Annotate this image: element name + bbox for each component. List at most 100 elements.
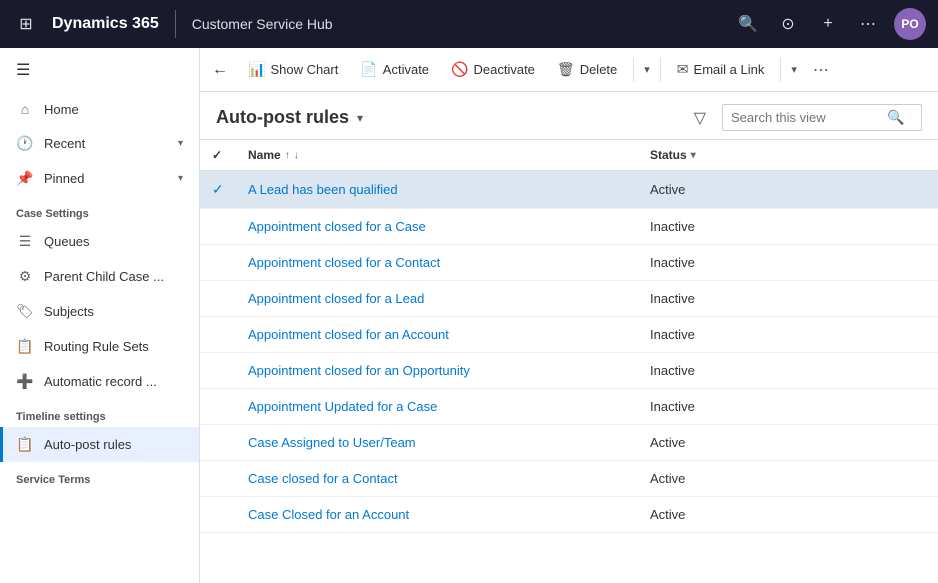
sidebar-item-recent[interactable]: 🕐 Recent ▾: [0, 126, 199, 161]
waffle-icon[interactable]: ⊞: [12, 14, 40, 34]
row-status-cell: Inactive: [638, 209, 938, 245]
avatar[interactable]: PO: [894, 8, 926, 40]
view-title-chevron-icon[interactable]: ▾: [357, 111, 363, 125]
view-title: Auto-post rules: [216, 107, 349, 128]
row-check-cell[interactable]: [200, 281, 236, 317]
row-name-link[interactable]: Appointment closed for a Contact: [248, 255, 440, 270]
table-row[interactable]: Appointment closed for a Case Inactive: [200, 209, 938, 245]
row-check-cell[interactable]: [200, 425, 236, 461]
status-sort-icon: ▾: [691, 150, 696, 161]
content-header: Auto-post rules ▾ ▽ 🔍: [200, 92, 938, 140]
sidebar: ☰ ⌂ Home 🕐 Recent ▾ 📌 Pinned ▾ Case Sett…: [0, 48, 200, 583]
row-name-link[interactable]: Appointment closed for an Opportunity: [248, 363, 470, 378]
row-status-cell: Active: [638, 171, 938, 209]
sort-asc-icon: ↑: [285, 150, 290, 161]
search-input[interactable]: [731, 110, 881, 125]
row-status-cell: Inactive: [638, 353, 938, 389]
activate-label: Activate: [383, 62, 429, 77]
search-icon[interactable]: 🔍: [887, 109, 904, 126]
col-header-status[interactable]: Status ▾: [638, 140, 938, 171]
sidebar-subjects-label: Subjects: [44, 304, 94, 319]
sidebar-pinned-label: Pinned: [44, 171, 84, 186]
back-button[interactable]: ←: [212, 61, 228, 79]
status-col-label: Status: [650, 148, 687, 162]
row-check-cell[interactable]: [200, 353, 236, 389]
sidebar-home-label: Home: [44, 102, 79, 117]
row-name-cell: Appointment closed for an Account: [236, 317, 638, 353]
row-name-link[interactable]: Case Assigned to User/Team: [248, 435, 416, 450]
timeline-settings-section: Timeline settings: [0, 399, 199, 427]
sidebar-item-auto-post[interactable]: 📋 Auto-post rules: [0, 427, 199, 462]
sidebar-auto-post-label: Auto-post rules: [44, 437, 131, 452]
sidebar-item-subjects[interactable]: 🏷 Subjects: [0, 294, 199, 329]
row-check-cell[interactable]: [200, 209, 236, 245]
sidebar-item-parent-child[interactable]: ⚙ Parent Child Case ...: [0, 259, 199, 294]
row-check-cell[interactable]: [200, 461, 236, 497]
auto-post-rules-table: ✓ Name ↑ ↓: [200, 140, 938, 533]
row-name-link[interactable]: A Lead has been qualified: [248, 182, 398, 197]
row-name-link[interactable]: Appointment closed for an Account: [248, 327, 449, 342]
filter-icon[interactable]: ▽: [694, 108, 706, 128]
deactivate-button[interactable]: 🚫 Deactivate: [441, 55, 545, 84]
row-check-cell[interactable]: [200, 389, 236, 425]
table-row[interactable]: Case closed for a ContactActive: [200, 461, 938, 497]
nav-divider: [175, 10, 176, 38]
table-row[interactable]: Appointment closed for a Lead Inactive: [200, 281, 938, 317]
row-name-cell: Appointment Updated for a Case: [236, 389, 638, 425]
sort-desc-icon[interactable]: ↓: [294, 150, 299, 161]
row-check-mark: ✓: [212, 181, 224, 198]
cmd-divider-1: [633, 58, 634, 82]
queues-icon: ☰: [16, 233, 34, 250]
sidebar-item-home[interactable]: ⌂ Home: [0, 92, 199, 126]
row-check-cell[interactable]: [200, 317, 236, 353]
cmd-chevron-2[interactable]: ▾: [787, 57, 801, 82]
goal-icon[interactable]: ⊙: [774, 14, 802, 34]
table-container: ✓ Name ↑ ↓: [200, 140, 938, 583]
sidebar-automatic-label: Automatic record ...: [44, 374, 157, 389]
table-row[interactable]: Appointment closed for an Opportunity Ina…: [200, 353, 938, 389]
show-chart-button[interactable]: 📊 Show Chart: [238, 55, 348, 84]
automatic-icon: ➕: [16, 373, 34, 390]
row-name-cell: Appointment closed for a Case: [236, 209, 638, 245]
cmd-chevron-1[interactable]: ▾: [640, 57, 654, 82]
row-status-cell: Inactive: [638, 281, 938, 317]
table-row[interactable]: Appointment closed for a ContactInactive: [200, 245, 938, 281]
email-link-label: Email a Link: [694, 62, 765, 77]
sidebar-item-automatic[interactable]: ➕ Automatic record ...: [0, 364, 199, 399]
table-row[interactable]: Appointment closed for an Account Inactiv…: [200, 317, 938, 353]
email-link-button[interactable]: ✉ Email a Link: [667, 55, 775, 84]
row-name-link[interactable]: Case Closed for an Account: [248, 507, 409, 522]
row-check-cell[interactable]: ✓: [200, 171, 236, 209]
sidebar-item-pinned[interactable]: 📌 Pinned ▾: [0, 161, 199, 196]
row-status-cell: Inactive: [638, 317, 938, 353]
table-row[interactable]: Case Closed for an AccountActive: [200, 497, 938, 533]
cmd-divider-3: [780, 58, 781, 82]
table-row[interactable]: ✓ A Lead has been qualified Active: [200, 171, 938, 209]
sidebar-toggle[interactable]: ☰: [0, 48, 199, 92]
sidebar-item-routing[interactable]: 📋 Routing Rule Sets: [0, 329, 199, 364]
table-row[interactable]: Appointment Updated for a CaseInactive: [200, 389, 938, 425]
search-nav-icon[interactable]: 🔍: [734, 14, 762, 34]
row-check-cell[interactable]: [200, 245, 236, 281]
top-navigation: ⊞ Dynamics 365 Customer Service Hub 🔍 ⊙ …: [0, 0, 938, 48]
row-name-link[interactable]: Appointment closed for a Case: [248, 219, 426, 234]
delete-button[interactable]: 🗑 Delete: [547, 55, 627, 84]
sidebar-routing-label: Routing Rule Sets: [44, 339, 149, 354]
recent-icon: 🕐: [16, 135, 34, 152]
col-header-name[interactable]: Name ↑ ↓: [236, 140, 638, 171]
settings-icon[interactable]: ⋯: [854, 14, 882, 34]
table-row[interactable]: Case Assigned to User/TeamActive: [200, 425, 938, 461]
row-check-cell[interactable]: [200, 497, 236, 533]
activate-button[interactable]: 📄 Activate: [350, 55, 439, 84]
routing-icon: 📋: [16, 338, 34, 355]
hub-name: Customer Service Hub: [192, 16, 333, 32]
more-commands-icon[interactable]: ⋯: [805, 56, 837, 84]
header-check-icon: ✓: [212, 148, 222, 162]
row-name-cell: Appointment closed for a Lead: [236, 281, 638, 317]
row-name-link[interactable]: Appointment Updated for a Case: [248, 399, 437, 414]
delete-label: Delete: [580, 62, 618, 77]
row-name-link[interactable]: Case closed for a Contact: [248, 471, 398, 486]
row-name-link[interactable]: Appointment closed for a Lead: [248, 291, 424, 306]
sidebar-item-queues[interactable]: ☰ Queues: [0, 224, 199, 259]
add-icon[interactable]: +: [814, 15, 842, 33]
